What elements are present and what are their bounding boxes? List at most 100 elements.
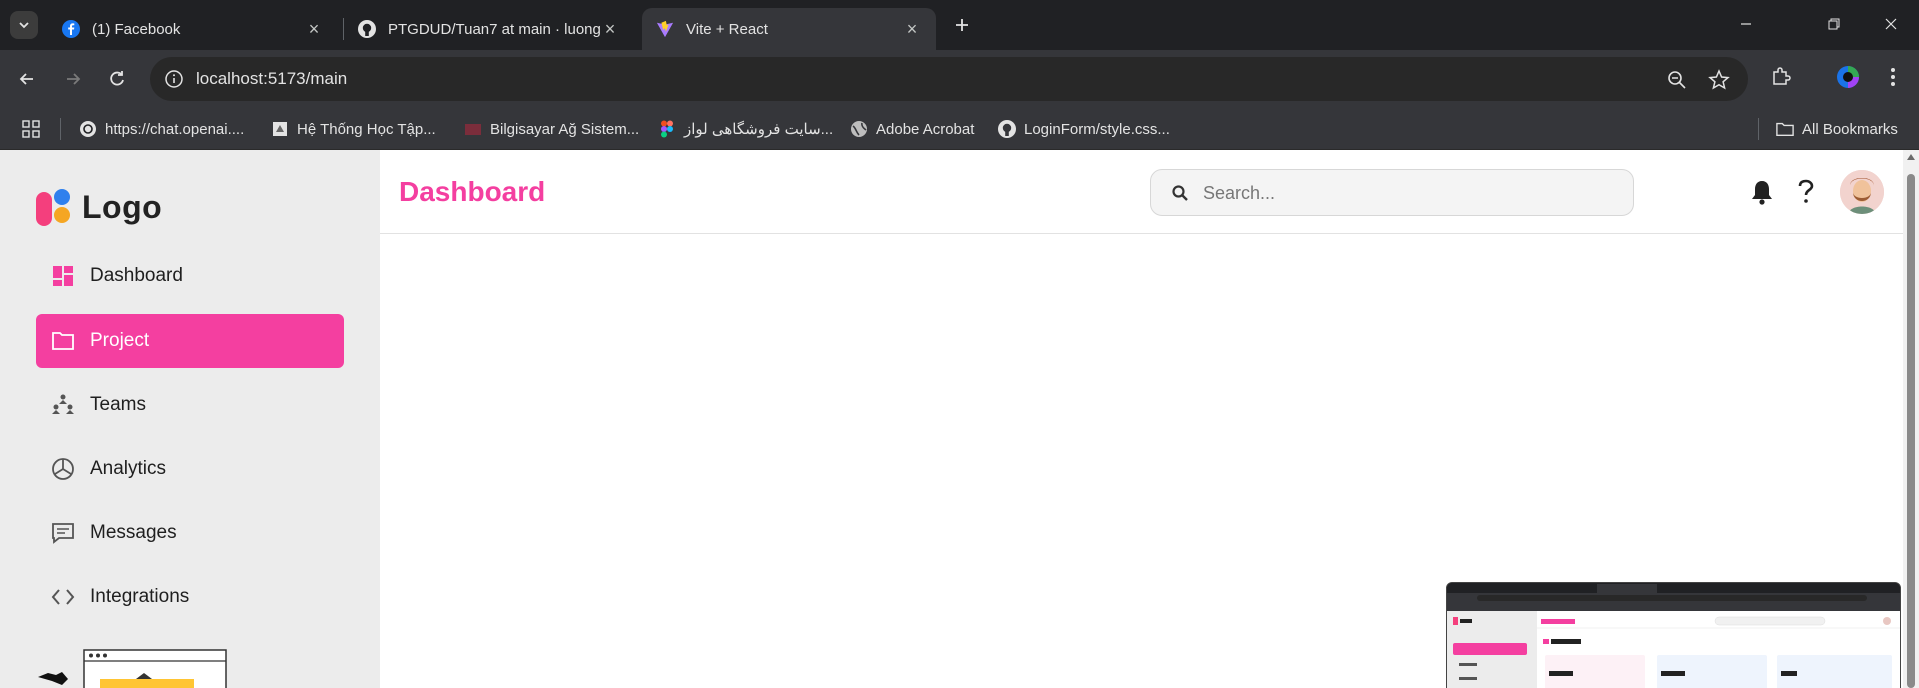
analytics-icon: [50, 456, 76, 482]
bookmark-label: Adobe Acrobat: [876, 120, 975, 138]
browser-window: (1) Facebook × PTGDUD/Tuan7 at main · lu…: [0, 0, 1919, 688]
bookmark-chat-openai[interactable]: https://chat.openai....: [79, 117, 244, 141]
help-icon: [1798, 179, 1814, 203]
bookmark-label: LoginForm/style.css...: [1024, 120, 1170, 138]
search-box[interactable]: [1150, 169, 1634, 216]
openai-icon: [79, 120, 97, 138]
arrow-right-icon: [67, 73, 81, 85]
sidebar-item-analytics[interactable]: Analytics: [36, 442, 344, 496]
apps-grid-icon: [22, 120, 40, 138]
sidebar-item-dashboard[interactable]: Dashboard: [36, 249, 344, 303]
search-icon: [1172, 185, 1188, 201]
sidebar-item-integrations[interactable]: Integrations: [36, 570, 344, 624]
bookmark-label: Bilgisayar Ağ Sistem...: [490, 120, 640, 138]
sidebar-item-label: Teams: [90, 394, 146, 415]
restore-icon: [1828, 18, 1840, 30]
bookmark-adobe-acrobat[interactable]: Adobe Acrobat: [850, 117, 974, 141]
globe-icon: [850, 120, 868, 138]
reload-icon: [110, 71, 124, 86]
tab-strip: (1) Facebook × PTGDUD/Tuan7 at main · lu…: [0, 0, 1919, 50]
forward-button[interactable]: [58, 64, 88, 94]
bookmarks-bar: https://chat.openai.... Hệ Thống Học Tập…: [0, 108, 1919, 150]
search-input[interactable]: [1203, 180, 1603, 206]
browser-menu-button[interactable]: [1880, 64, 1906, 90]
bookmark-label: All Bookmarks: [1802, 120, 1898, 138]
sidebar-item-project[interactable]: Project: [36, 314, 344, 368]
sidebar-item-label: Messages: [90, 522, 177, 543]
reload-button[interactable]: [102, 64, 132, 94]
all-bookmarks-button[interactable]: All Bookmarks: [1776, 117, 1898, 141]
sidebar-item-label: Analytics: [90, 458, 167, 479]
bookmark-label: سایت فروشگاهی لواز...: [684, 121, 834, 138]
chevron-down-icon: [19, 22, 29, 29]
scroll-up-arrow-icon[interactable]: [1907, 154, 1915, 160]
restore-button[interactable]: [1811, 8, 1857, 40]
promo-illustration: [36, 645, 236, 688]
sidebar: Logo Dashboard Project Teams Analytics M…: [0, 150, 380, 688]
page-title: Dashboard: [399, 176, 546, 207]
tab-github[interactable]: PTGDUD/Tuan7 at main · luong ×: [344, 8, 634, 50]
url-text[interactable]: localhost:5173/main: [196, 69, 347, 89]
tab-search-button[interactable]: [10, 11, 38, 39]
new-tab-button[interactable]: [948, 11, 976, 39]
app-logo[interactable]: Logo: [36, 188, 162, 226]
screen-share-thumbnail[interactable]: [1446, 582, 1901, 688]
logo-mark-icon: [36, 188, 72, 226]
teams-icon: [50, 392, 76, 418]
help-button[interactable]: [1792, 178, 1820, 206]
bookmark-loginform[interactable]: LoginForm/style.css...: [998, 117, 1170, 141]
close-icon[interactable]: ×: [902, 19, 922, 39]
sidebar-item-messages[interactable]: Messages: [36, 506, 344, 560]
sidebar-item-teams[interactable]: Teams: [36, 378, 344, 432]
folder-icon: [50, 328, 76, 354]
bookmarks-divider: [1758, 118, 1759, 140]
bookmarks-divider: [60, 118, 61, 140]
avatar[interactable]: [1840, 170, 1884, 214]
star-icon[interactable]: [1708, 69, 1730, 91]
sidebar-item-label: Integrations: [90, 586, 190, 607]
close-icon[interactable]: ×: [304, 19, 324, 39]
user-avatar-icon: [1840, 170, 1884, 214]
sidebar-item-label: Project: [90, 330, 150, 351]
facebook-icon: [62, 20, 80, 38]
dashboard-icon: [50, 263, 76, 289]
minimize-button[interactable]: [1723, 8, 1769, 40]
address-bar[interactable]: localhost:5173/main: [150, 57, 1748, 101]
zoom-out-icon[interactable]: [1666, 69, 1688, 91]
folder-icon: [1776, 120, 1794, 138]
extensions-button[interactable]: [1768, 64, 1794, 90]
profile-avatar-icon: [1837, 66, 1859, 88]
figma-icon: [658, 120, 676, 138]
tab-title: (1) Facebook: [92, 20, 181, 38]
info-icon[interactable]: [164, 69, 184, 89]
close-window-button[interactable]: [1868, 8, 1914, 40]
school-icon: [271, 120, 289, 138]
github-icon: [358, 20, 376, 38]
bookmark-bilgisayar[interactable]: Bilgisayar Ağ Sistem...: [464, 117, 639, 141]
tab-title: PTGDUD/Tuan7 at main · luong: [388, 20, 600, 38]
minimize-icon: [1741, 23, 1751, 25]
back-button[interactable]: [12, 64, 42, 94]
bookmark-persian-shop[interactable]: سایت فروشگاهی لواز...: [658, 117, 833, 141]
code-icon: [50, 584, 76, 610]
page-scrollbar[interactable]: [1903, 150, 1919, 688]
logo-text: Logo: [82, 188, 163, 225]
notifications-button[interactable]: [1748, 178, 1776, 206]
puzzle-icon: [1773, 67, 1791, 85]
profile-button[interactable]: [1835, 64, 1861, 90]
bell-icon: [1752, 181, 1772, 205]
apps-button[interactable]: [22, 117, 40, 141]
app-header: Dashboard: [380, 150, 1903, 234]
tab-facebook[interactable]: (1) Facebook ×: [48, 8, 338, 50]
close-icon[interactable]: ×: [600, 19, 620, 39]
sidebar-item-label: Dashboard: [90, 265, 183, 286]
arrow-left-icon: [19, 73, 33, 85]
tab-title: Vite + React: [686, 20, 768, 38]
tab-vite-react[interactable]: Vite + React ×: [642, 8, 936, 50]
scrollbar-thumb[interactable]: [1907, 174, 1915, 688]
browser-toolbar: localhost:5173/main: [0, 50, 1919, 108]
messages-icon: [50, 520, 76, 546]
plus-icon: [956, 19, 968, 31]
page-viewport: Logo Dashboard Project Teams Analytics M…: [0, 150, 1903, 688]
bookmark-he-thong-hoc-tap[interactable]: Hệ Thống Học Tập...: [271, 117, 436, 141]
